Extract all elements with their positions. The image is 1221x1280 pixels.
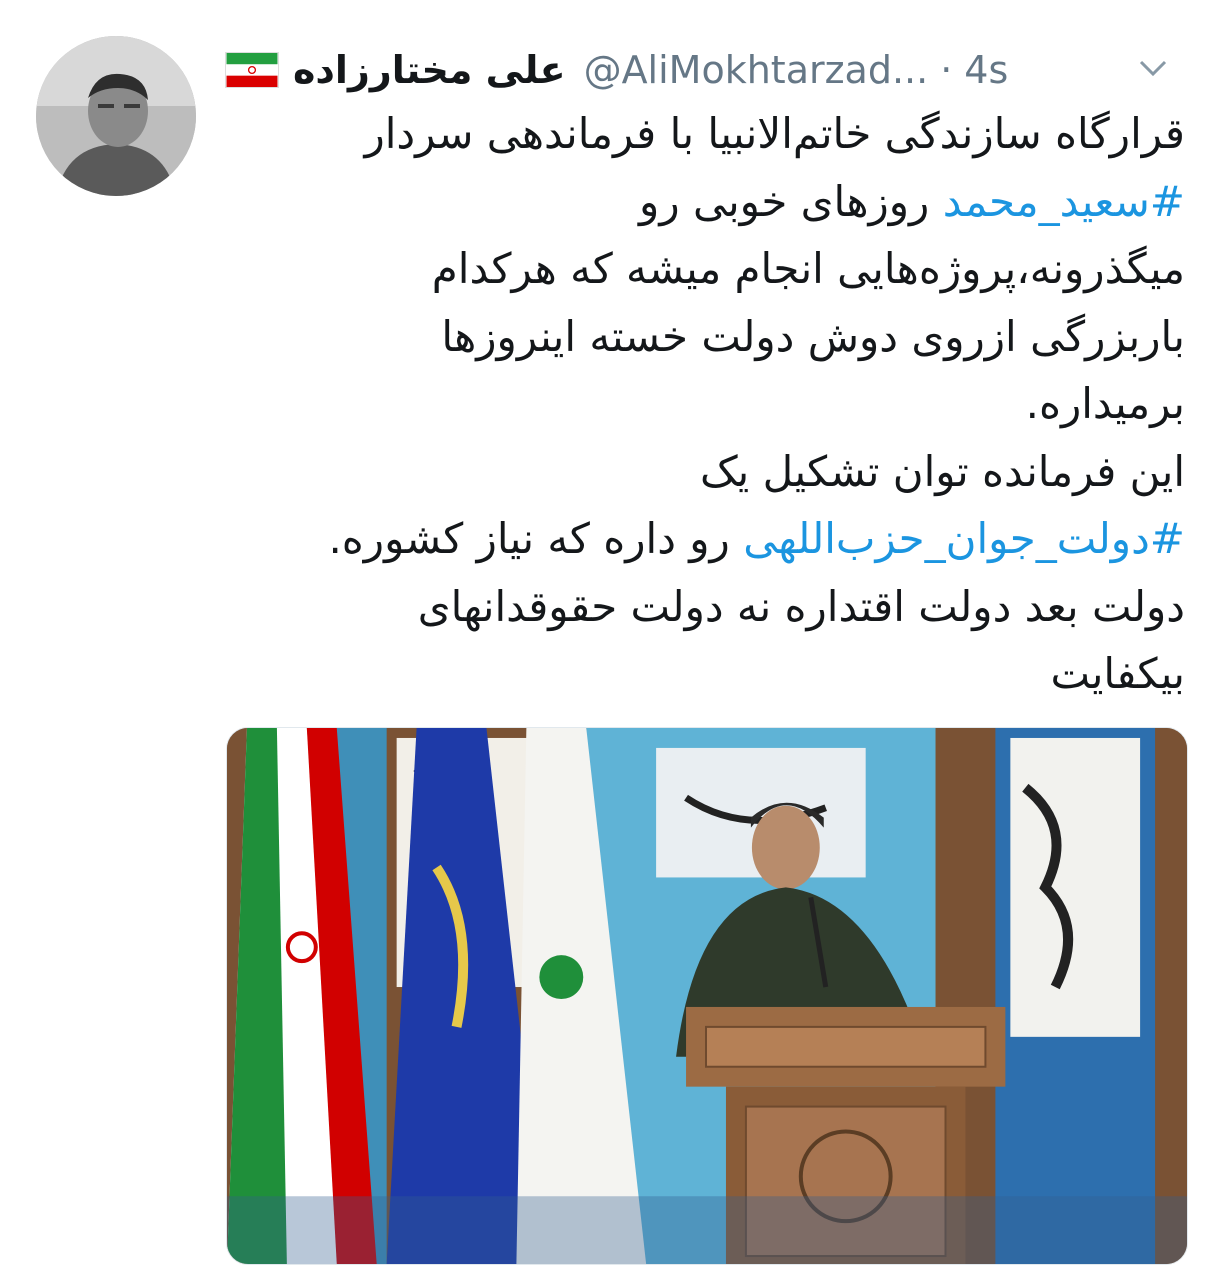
tweet-text-line: برمیداره.	[1025, 379, 1185, 428]
avatar-image	[36, 36, 196, 196]
tweet-media-photo[interactable]	[226, 727, 1188, 1265]
avatar[interactable]	[36, 36, 196, 196]
user-handle[interactable]: @AliMokhtarzad...	[584, 48, 929, 92]
tweet-text-line: باربزرگی ازروی دوش دولت خسته اینروزها	[441, 311, 1185, 361]
display-name[interactable]: علی مختارزاده	[293, 48, 566, 92]
photo-speaker-at-podium-icon	[227, 728, 1187, 1264]
tweet[interactable]: علی مختارزاده @AliMokhtarzad... · 4s قرا…	[0, 0, 1221, 1280]
tweet-text-line: #سعید_محمد روزهای خوبی رو	[639, 176, 1185, 226]
tweet-text-line: #دولت_جوان_حزب‌اللهی رو داره که نیاز کشو…	[328, 514, 1185, 563]
tweet-text-line: قرارگاه سازندگی خاتم‌الانبیا با فرماندهی…	[364, 109, 1185, 158]
tweet-text-line: دولت بعد دولت اقتداره نه دولت حقوقدانهای	[417, 581, 1185, 631]
tweet-text-line: میگذرونه،پروژه‌هایی انجام میشه که هرکدام	[431, 244, 1185, 293]
hashtag-link[interactable]: #سعید_محمد	[943, 177, 1185, 226]
iran-flag-icon	[225, 52, 279, 88]
tweet-text: قرارگاه سازندگی خاتم‌الانبیا با فرماندهی…	[210, 100, 1185, 708]
tweet-text-line: بیکفایت	[1050, 649, 1185, 698]
hashtag-link[interactable]: #دولت_جوان_حزب‌اللهی	[743, 514, 1185, 563]
chevron-down-icon[interactable]	[1133, 48, 1173, 88]
tweet-header: علی مختارزاده @AliMokhtarzad... · 4s	[225, 40, 1195, 100]
tweet-text-line: این فرمانده توان تشکیل یک	[699, 446, 1185, 496]
separator-dot: ·	[940, 48, 953, 92]
timestamp[interactable]: 4s	[964, 48, 1008, 92]
